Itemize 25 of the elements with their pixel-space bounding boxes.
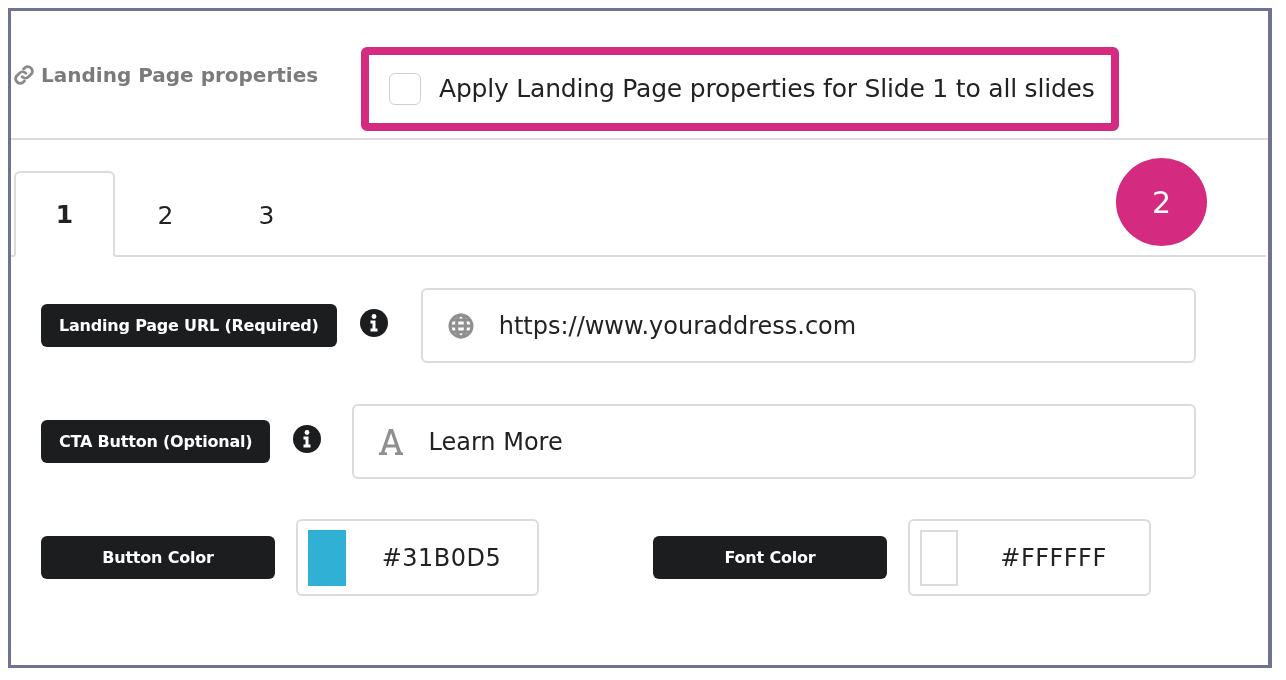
link-icon (13, 63, 35, 86)
text-field[interactable]: Learn More (352, 404, 1196, 479)
checkbox[interactable] (389, 72, 421, 105)
field-label: CTA Button (Optional) (41, 420, 271, 463)
color-field[interactable]: #FFFFFF (908, 519, 1151, 596)
color-input[interactable]: #31B0D5 (346, 543, 537, 572)
color-field[interactable]: #31B0D5 (296, 519, 539, 596)
tab[interactable]: 1 (14, 171, 115, 257)
info-icon[interactable] (358, 307, 389, 338)
globe-icon (446, 311, 475, 340)
field-label: Font Color (653, 536, 887, 579)
section-title: Landing Page properties (41, 62, 319, 87)
url-input[interactable]: https://www.youraddress.com (498, 311, 1194, 340)
info-icon[interactable] (292, 423, 323, 454)
field-label: Button Color (41, 536, 275, 579)
color-swatch[interactable] (308, 529, 346, 586)
url-field[interactable]: https://www.youraddress.com (420, 288, 1196, 363)
font-icon (378, 427, 405, 456)
checkbox-label[interactable]: Apply Landing Page properties for Slide 1 to all slides (439, 74, 1095, 103)
step-badge: 2 (1116, 158, 1207, 246)
field-label: Landing Page URL (Required) (41, 304, 337, 347)
tab[interactable]: 3 (216, 171, 317, 257)
color-input[interactable]: #FFFFFF (958, 543, 1149, 572)
tab[interactable]: 2 (115, 171, 216, 257)
text-input[interactable]: Learn More (428, 427, 1194, 456)
